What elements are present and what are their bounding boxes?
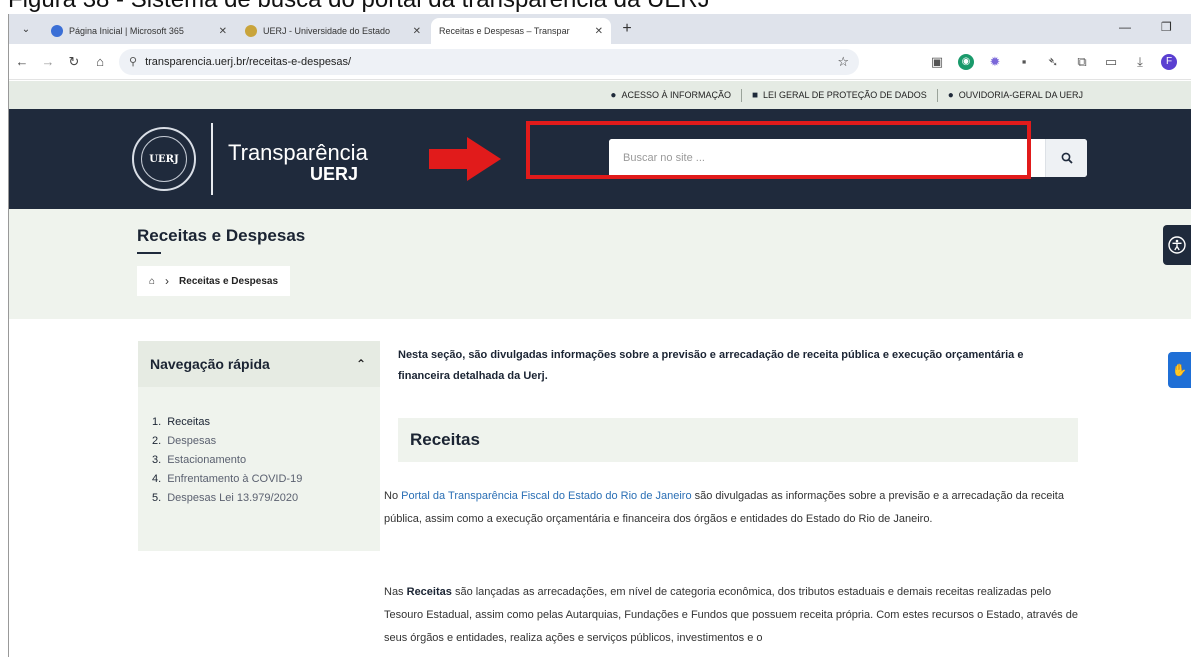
breadcrumb-current: Receitas e Despesas [179,275,279,287]
tab-title: Receitas e Despesas – Transpar [439,26,570,36]
seal-inner: UERJ [141,136,187,182]
libras-hands-icon[interactable]: ✋ [1168,352,1191,388]
tab-search-chevron-icon[interactable]: ⌄ [15,18,37,40]
utility-link-lgpd[interactable]: ■ LEI GERAL DE PROTEÇÃO DE DADOS [742,90,937,101]
breadcrumb: ⌂ › Receitas e Despesas [137,266,291,296]
title-underline [137,252,161,254]
cast-icon[interactable]: ▭ [1103,54,1119,70]
quick-nav-item-receitas[interactable]: 1. Receitas [152,413,380,432]
title-band: Receitas e Despesas ⌂ › Receitas e Despe… [9,209,1191,319]
tab-close-icon[interactable]: ✕ [219,26,227,37]
address-url: transparencia.uerj.br/receitas-e-despesa… [145,55,352,68]
utility-link-ouvidoria[interactable]: ● OUVIDORIA-GERAL DA UERJ [938,90,1093,101]
forward-icon[interactable]: → [35,54,61,69]
accessibility-button[interactable] [1163,225,1191,265]
extension-green-icon[interactable]: ◉ [958,53,974,70]
address-bar[interactable]: ⚲ transparencia.uerj.br/receitas-e-despe… [119,48,859,75]
profile-avatar[interactable]: F [1161,53,1177,70]
red-highlight-box [526,121,1031,179]
main-content: Nesta seção, são divulgadas informações … [384,345,1078,644]
browser-tabstrip: ⌄ Página Inicial | Microsoft 365 ✕ UERJ … [9,14,1191,44]
utility-link-label: LEI GERAL DE PROTEÇÃO DE DADOS [763,90,927,100]
portal-link[interactable]: Portal da Transparência Fiscal do Estado… [401,490,691,502]
utility-link-label: ACESSO À INFORMAÇÃO [621,90,731,100]
extensions-puzzle-icon[interactable]: ⧉ [1074,54,1090,70]
tab-title: UERJ - Universidade do Estado [263,26,391,36]
red-arrow-icon [429,137,501,181]
restore-icon[interactable]: ❐ [1161,20,1172,34]
quick-nav-item-estacionamento[interactable]: 3. Estacionamento [152,451,380,470]
extension-off-icon[interactable]: ▪ [1016,54,1032,70]
browser-tab-microsoft365[interactable]: Página Inicial | Microsoft 365 ✕ [43,18,235,44]
uerj-favicon-icon [245,25,257,37]
utility-link-label: OUVIDORIA-GERAL DA UERJ [958,90,1083,100]
lock-icon: ■ [751,89,759,101]
page-title: Receitas e Despesas [137,226,306,245]
brand-sub[interactable]: UERJ [310,164,358,184]
home-button-icon[interactable]: ⌂ [87,54,113,69]
extension-tag-icon[interactable]: ➴ [1045,54,1061,70]
figure-caption: Figura 38 - Sistema de busca do portal d… [8,0,1191,14]
quick-nav-heading: Navegação rápida [150,356,270,372]
section-heading-receitas: Receitas [398,418,1078,462]
search-icon [1061,152,1073,164]
back-icon[interactable]: ← [9,54,35,69]
browser-toolbar: ← → ↻ ⌂ ⚲ transparencia.uerj.br/receitas… [9,44,1191,80]
brand-divider [211,123,213,195]
extension-icons: ▣ ◉ ✹ ▪ ➴ ⧉ ▭ ⤓ F [929,53,1191,70]
quick-nav-header[interactable]: Navegação rápida ⌃ [138,341,380,387]
tab-close-icon[interactable]: ✕ [413,26,421,37]
search-button[interactable] [1045,139,1087,177]
brand-name[interactable]: Transparência [228,141,368,165]
chevron-right-icon: › [165,274,170,288]
reload-icon[interactable]: ↻ [61,54,87,70]
download-icon[interactable]: ⤓ [1132,54,1148,70]
accessibility-icon [1168,236,1186,254]
extension-star-icon[interactable]: ✹ [987,54,1003,70]
site-info-icon[interactable]: ⚲ [129,55,137,68]
paragraph-receitas: Nas Receitas são lançadas as arrecadaçõe… [384,586,1078,644]
bookmark-star-icon[interactable]: ☆ [837,54,849,70]
chevron-up-icon[interactable]: ⌃ [356,357,366,371]
quick-nav-item-lei[interactable]: 5. Despesas Lei 13.979/2020 [152,489,380,508]
new-tab-button[interactable]: + [617,20,637,38]
tab-close-icon[interactable]: ✕ [595,26,603,37]
browser-tab-uerj[interactable]: UERJ - Universidade do Estado ✕ [237,18,429,44]
home-icon[interactable]: ⌂ [149,276,155,287]
chat-bubble-icon: ● [610,89,617,101]
microsoft365-favicon-icon [51,25,63,37]
utility-link-acesso[interactable]: ● ACESSO À INFORMAÇÃO [600,90,741,101]
paragraph-portal: No Portal da Transparência Fiscal do Est… [384,490,1064,525]
chat-group-icon: ● [947,89,954,101]
quick-nav-item-covid[interactable]: 4. Enfrentamento à COVID-19 [152,470,380,489]
uerj-seal-logo[interactable]: UERJ [132,127,196,191]
intro-text: Nesta seção, são divulgadas informações … [398,349,1024,382]
site-header: UERJ Transparência UERJ [9,109,1191,209]
extension-icon[interactable]: ▣ [929,54,945,70]
site-utility-bar: ● ACESSO À INFORMAÇÃO ■ LEI GERAL DE PRO… [9,81,1191,109]
minimize-icon[interactable]: — [1119,20,1131,34]
browser-tab-receitas[interactable]: Receitas e Despesas – Transpar ✕ [431,18,611,44]
quick-navigation: Navegação rápida ⌃ 1. Receitas 2. Despesas… [138,341,380,551]
quick-nav-item-despesas[interactable]: 2. Despesas [152,432,380,451]
tab-title: Página Inicial | Microsoft 365 [69,26,184,36]
